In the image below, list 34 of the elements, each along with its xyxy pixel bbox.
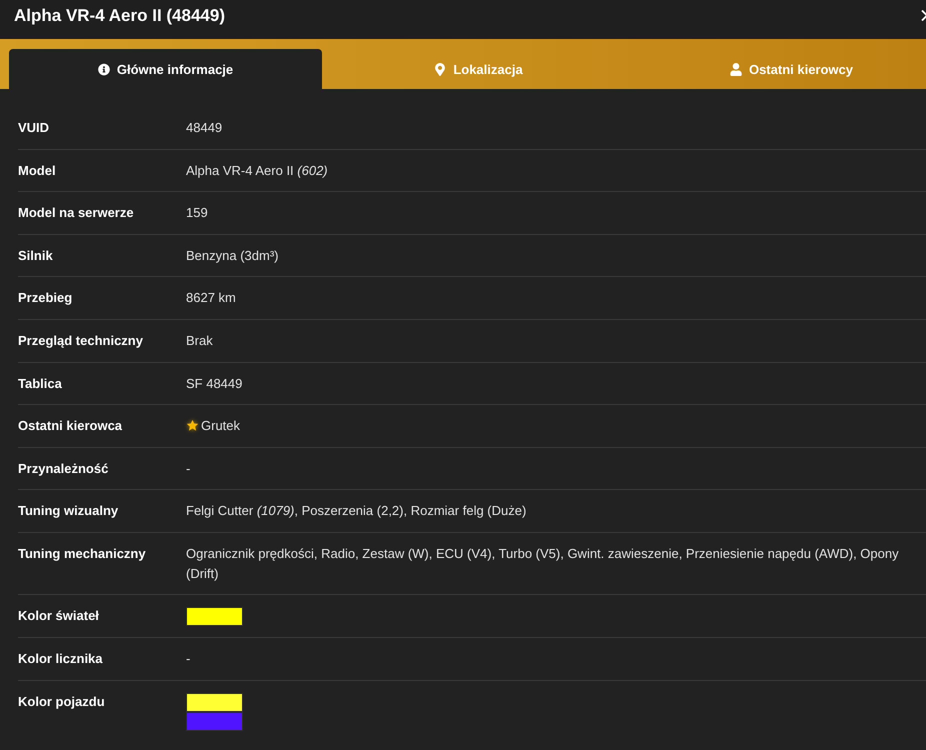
row-label: VUID [18, 119, 50, 137]
cell-value: Alpha VR-4 Aero II (602) [186, 162, 329, 180]
tab[interactable]: Ostatni kierowcy [635, 49, 926, 89]
row-label: Kolor świateł [18, 607, 100, 626]
row-label: Przebieg [18, 289, 74, 308]
tab[interactable]: Lokalizacja [322, 49, 635, 89]
cell-value: Brak [186, 332, 214, 350]
user-icon [730, 62, 742, 76]
tab[interactable]: Główne informacje [9, 49, 322, 89]
close-icon[interactable] [921, 10, 926, 21]
cell-value: - [186, 460, 192, 478]
window-title: Alpha VR-4 Aero II (48449) [14, 4, 225, 26]
cell-value: - [186, 650, 192, 668]
row-label: Przegląd techniczny [18, 332, 144, 350]
row-label: Ostatni kierowca [18, 417, 124, 436]
row-label: Tuning mechaniczny [18, 544, 147, 563]
cell-value: Felgi Cutter (1079), Poszerzenia (2,2), Rozmiar felg (Duże) [186, 502, 528, 520]
info-icon [98, 62, 110, 76]
cell-value: Benzyna (3dm³) [186, 246, 280, 265]
cell-value: 48449 [186, 119, 224, 137]
row-label: Model na serwerze [18, 204, 135, 222]
row-label: Tablica [18, 374, 63, 393]
driver-name: Grutek [201, 417, 242, 436]
row-label: Kolor pojazdu [18, 692, 106, 711]
cell-value: Ogranicznik prędkości, Radio, Zestaw (W), ECU (V4), Turbo (V5), Gwint. zawieszenie, Przeniesienie napędu (AWD), Opony (Drift) [186, 544, 900, 583]
cell-value: 8627 km [186, 289, 237, 308]
row-label: Przynależność [18, 460, 110, 478]
row-label: Silnik [18, 246, 54, 265]
cell-value: SF 48449 [186, 374, 244, 393]
row-label: Kolor licznika [18, 650, 104, 668]
row-label: Model [18, 162, 57, 180]
row-label: Tuning wizualny [18, 502, 120, 520]
map-pin-icon [434, 62, 446, 76]
cell-value: 159 [186, 204, 209, 222]
